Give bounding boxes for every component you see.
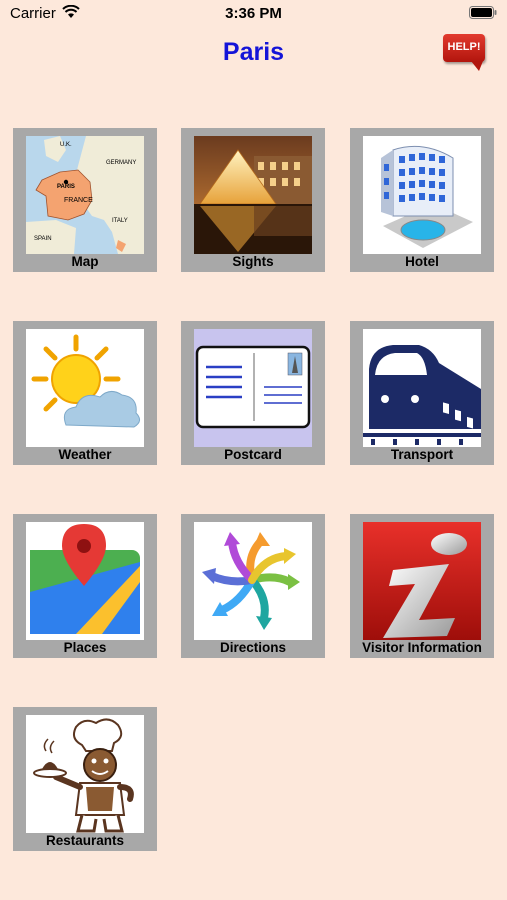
tile-weather[interactable]: Weather	[13, 321, 157, 465]
status-bar: Carrier 3:36 PM	[0, 0, 507, 28]
tile-directions[interactable]: Directions	[181, 514, 325, 658]
sun-cloud-icon	[31, 334, 140, 428]
tile-label: Transport	[390, 447, 454, 462]
tile-places[interactable]: Places	[13, 514, 157, 658]
clock: 3:36 PM	[225, 5, 282, 22]
tile-label: Visitor Information	[362, 640, 482, 655]
tile-visitor-information[interactable]: Visitor Information	[350, 514, 494, 658]
tile-label: Directions	[219, 640, 287, 655]
louvre-pyramid-icon	[194, 136, 312, 254]
tile-label: Places	[63, 640, 107, 655]
battery-icon	[469, 6, 497, 19]
tile-label: Weather	[58, 447, 112, 462]
arrows-icon	[202, 532, 300, 630]
tile-hotel[interactable]: Hotel	[350, 128, 494, 272]
postcard-icon	[194, 329, 312, 447]
svg-text:SPAIN: SPAIN	[34, 236, 52, 242]
chef-icon	[33, 718, 134, 833]
tile-label: Postcard	[224, 447, 282, 462]
svg-text:PARIS: PARIS	[57, 184, 75, 190]
tile-label: Map	[71, 254, 99, 269]
map-icon: U.K. GERMANY PARIS FRANCE ITALY SPAIN	[26, 136, 144, 254]
tile-sights[interactable]: Sights	[181, 128, 325, 272]
tile-label: Sights	[232, 254, 274, 269]
svg-text:U.K.: U.K.	[60, 142, 72, 148]
page-title: Paris	[222, 38, 285, 66]
tile-transport[interactable]: Transport	[350, 321, 494, 465]
svg-text:ITALY: ITALY	[112, 218, 128, 224]
tile-label: Hotel	[405, 254, 439, 269]
svg-text:FRANCE: FRANCE	[64, 197, 93, 204]
info-icon	[363, 522, 481, 640]
help-button[interactable]: HELP!	[441, 32, 489, 72]
svg-text:GERMANY: GERMANY	[106, 160, 136, 166]
tile-postcard[interactable]: Postcard	[181, 321, 325, 465]
tile-map[interactable]: U.K. GERMANY PARIS FRANCE ITALY SPAIN Ma…	[13, 128, 157, 272]
train-icon	[363, 345, 481, 445]
help-label: HELP!	[447, 41, 481, 53]
tile-restaurants[interactable]: Restaurants	[13, 707, 157, 851]
tile-label: Restaurants	[45, 833, 125, 848]
hotel-icon	[381, 145, 473, 248]
places-pin-icon	[30, 524, 140, 634]
